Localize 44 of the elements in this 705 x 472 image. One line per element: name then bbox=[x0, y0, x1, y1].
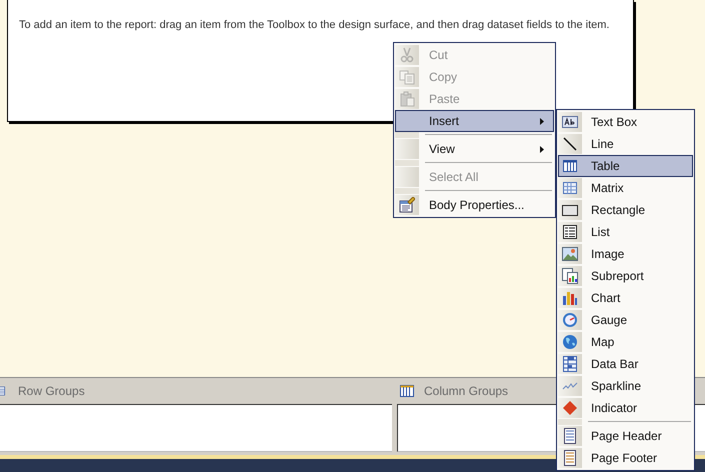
menu-item[interactable]: Image bbox=[558, 243, 693, 265]
table-icon bbox=[562, 158, 578, 174]
scissors-icon bbox=[399, 47, 415, 63]
properties-icon bbox=[399, 197, 415, 213]
menu-item[interactable]: Map bbox=[558, 331, 693, 353]
menu-item[interactable]: Line bbox=[558, 133, 693, 155]
menu-item[interactable]: Gauge bbox=[558, 309, 693, 331]
text-box-icon bbox=[562, 114, 578, 130]
copy-icon bbox=[399, 69, 415, 85]
report-icon bbox=[562, 268, 578, 284]
menu-item[interactable]: View bbox=[395, 138, 554, 160]
menu-item[interactable]: Chart bbox=[558, 287, 693, 309]
menu-item[interactable]: Indicator bbox=[558, 397, 693, 419]
grid-icon bbox=[562, 180, 578, 196]
line-icon bbox=[562, 136, 578, 152]
page-icon bbox=[562, 450, 578, 466]
table-icon bbox=[399, 383, 415, 399]
clipboard-icon bbox=[399, 91, 415, 107]
row-groups-label: Row Groups bbox=[18, 384, 85, 398]
list-icon bbox=[562, 224, 578, 240]
rectangle-icon bbox=[562, 202, 578, 218]
menu-item[interactable]: Insert bbox=[395, 110, 554, 132]
menu-item[interactable]: Page Header bbox=[558, 425, 693, 447]
image-icon bbox=[562, 246, 578, 262]
menu-item[interactable]: Data Bar bbox=[558, 353, 693, 375]
submenu-arrow-icon bbox=[540, 118, 544, 125]
menu-item[interactable]: Matrix bbox=[558, 177, 693, 199]
menu-item[interactable]: Rectangle bbox=[558, 199, 693, 221]
data-bar-icon bbox=[562, 356, 578, 372]
menu-item[interactable]: Page Footer bbox=[558, 447, 693, 469]
menu-item[interactable]: List bbox=[558, 221, 693, 243]
menu-item[interactable]: Body Properties... bbox=[395, 194, 554, 216]
menu-item[interactable]: Table bbox=[558, 155, 693, 177]
diamond-icon bbox=[562, 400, 578, 416]
globe-icon bbox=[562, 334, 578, 350]
bar-chart-icon bbox=[562, 290, 578, 306]
menu-item[interactable]: Subreport bbox=[558, 265, 693, 287]
menu-item[interactable]: Sparkline bbox=[558, 375, 693, 397]
menu-item[interactable]: Text Box bbox=[558, 111, 693, 133]
column-groups-label: Column Groups bbox=[424, 384, 508, 398]
gauge-icon bbox=[562, 312, 578, 328]
submenu-arrow-icon bbox=[540, 146, 544, 153]
page-icon bbox=[562, 428, 578, 444]
instruction-text: To add an item to the report: drag an item from the Toolbox to the design surface, and then drag dataset fields to the item. bbox=[19, 19, 610, 31]
